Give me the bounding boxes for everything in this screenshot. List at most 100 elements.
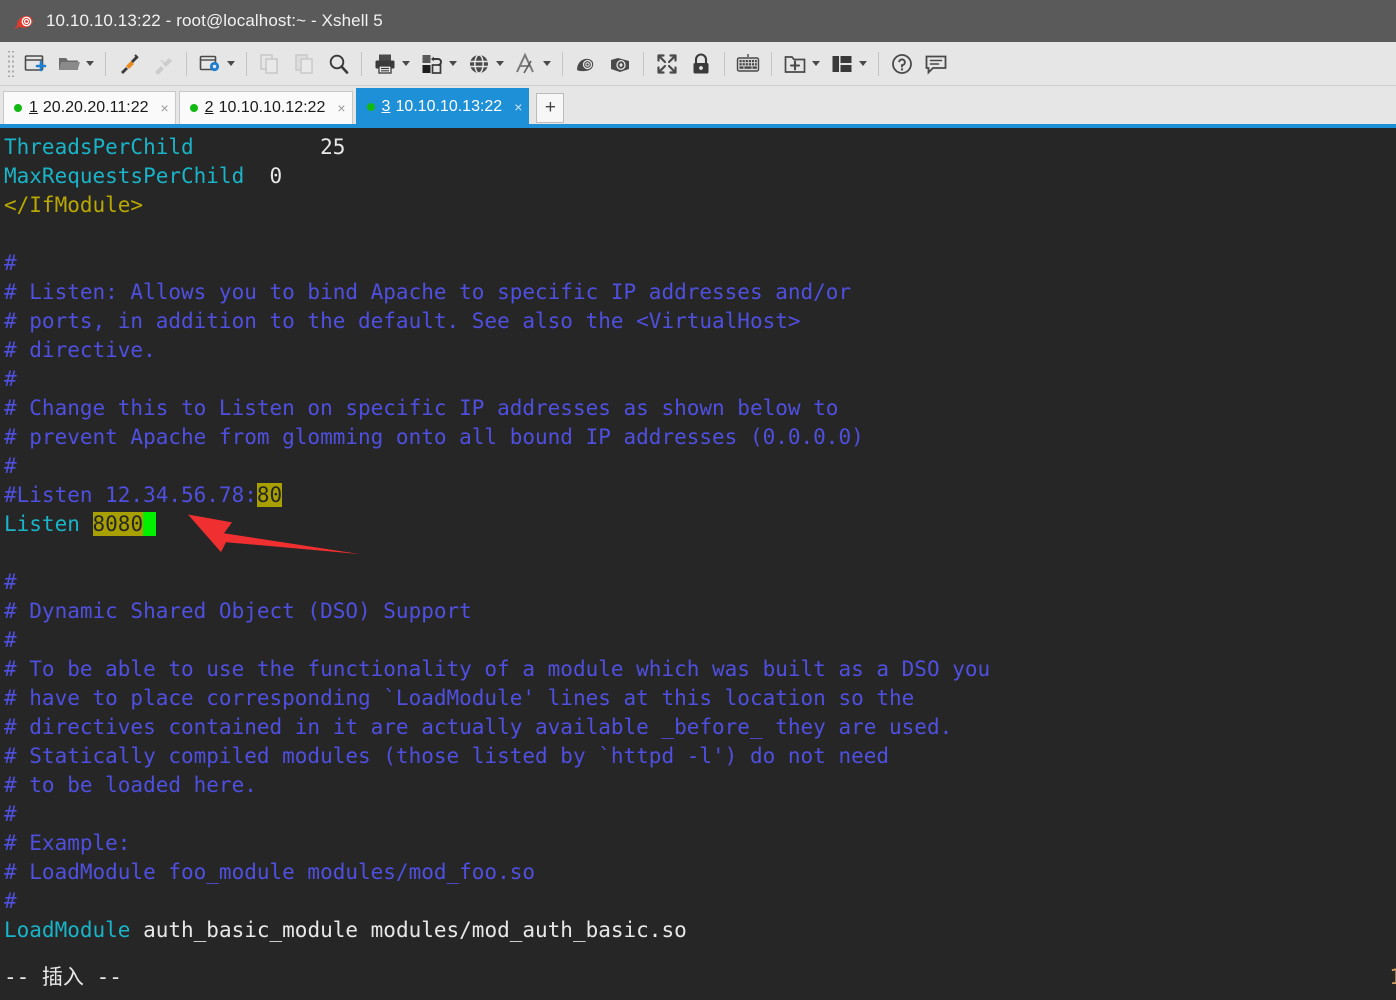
terminal-span: # (4, 802, 17, 826)
terminal-line: # (4, 887, 1396, 916)
toolbar-grip[interactable] (6, 50, 14, 77)
terminal-span: # To be able to use the functionality of… (4, 657, 991, 681)
fullscreen-button[interactable] (650, 46, 684, 82)
lock-icon (687, 50, 715, 78)
copy-icon (256, 50, 284, 78)
lock-button[interactable] (684, 46, 718, 82)
web-dropdown[interactable] (493, 50, 506, 78)
terminal-line: # To be able to use the functionality of… (4, 655, 1396, 684)
terminal-span: # to be loaded here. (4, 773, 257, 797)
disconnect-button (146, 46, 180, 82)
terminal-span: # Change this to Listen on specific IP a… (4, 396, 839, 420)
terminal-line: # (4, 568, 1396, 597)
terminal-span: auth_basic_module modules/mod_auth_basic… (130, 918, 687, 942)
close-icon[interactable]: × (514, 100, 522, 114)
title-bar: 10.10.10.13:22 - root@localhost:~ - Xshe… (0, 0, 1396, 42)
terminal-span: # Listen: Allows you to bind Apache to s… (4, 280, 852, 304)
xshell-window: 10.10.10.13:22 - root@localhost:~ - Xshe… (0, 0, 1396, 1000)
terminal-line: # Change this to Listen on specific IP a… (4, 394, 1396, 423)
terminal-span: # (4, 251, 17, 275)
toolbar-separator (186, 51, 187, 76)
terminal-line: # (4, 800, 1396, 829)
toolbar (0, 42, 1396, 86)
connected-status-dot (366, 102, 375, 111)
snail-logo-icon (14, 10, 36, 32)
tab-number: 2 (204, 99, 214, 116)
tab-bar: 1 20.20.20.11:22 × 2 10.10.10.12:22 × 3 … (0, 86, 1396, 124)
open-folder-dropdown[interactable] (83, 50, 96, 78)
font-button[interactable] (509, 46, 556, 82)
terminal-cursor (143, 512, 156, 536)
terminal-span: MaxRequestsPerChild (4, 164, 245, 188)
terminal-span: # directive. (4, 338, 156, 362)
print-button[interactable] (368, 46, 415, 82)
properties-dropdown[interactable] (224, 50, 237, 78)
toolbar-separator (105, 51, 106, 76)
keyboard-icon (734, 50, 762, 78)
tab-label: 10.10.10.13:22 (395, 97, 503, 115)
layout-panels-icon (828, 50, 856, 78)
terminal-span: 0 (244, 164, 283, 188)
new-folder-dropdown[interactable] (809, 50, 822, 78)
terminal-span: # Statically compiled modules (those lis… (4, 744, 890, 768)
toolbar-separator (878, 51, 879, 76)
print-icon (371, 50, 399, 78)
terminal-span: #Listen 12.34.56.78: (4, 483, 257, 507)
xftp-button[interactable] (569, 46, 603, 82)
transfer-dropdown[interactable] (446, 50, 459, 78)
connect-button[interactable] (112, 46, 146, 82)
xagent-button[interactable] (603, 46, 637, 82)
connected-status-dot (189, 104, 198, 112)
toolbar-separator (643, 51, 644, 76)
copy-button (253, 46, 287, 82)
terminal-line: ThreadsPerChild 25 (4, 133, 1396, 162)
terminal-span: # Example: (4, 831, 131, 855)
feedback-bubble-icon (922, 50, 950, 78)
new-folder-button[interactable] (778, 46, 825, 82)
toolbar-separator (562, 51, 563, 76)
layout-dropdown[interactable] (856, 50, 869, 78)
feedback-button[interactable] (919, 46, 953, 82)
print-dropdown[interactable] (399, 50, 412, 78)
terminal-span: # (4, 454, 17, 478)
transfer-button[interactable] (415, 46, 462, 82)
xagent-snail-icon (606, 50, 634, 78)
terminal-line: # Statically compiled modules (those lis… (4, 742, 1396, 771)
find-button[interactable] (321, 46, 355, 82)
window-title: 10.10.10.13:22 - root@localhost:~ - Xshe… (46, 11, 383, 30)
terminal-line: # have to place corresponding `LoadModul… (4, 684, 1396, 713)
terminal-span: # directives contained in it are actuall… (4, 715, 953, 739)
transfer-icon (418, 50, 446, 78)
font-dropdown[interactable] (540, 50, 553, 78)
open-folder-icon (55, 50, 83, 78)
web-button[interactable] (462, 46, 509, 82)
session-tab-2[interactable]: 2 10.10.10.12:22 × (178, 91, 353, 124)
terminal-line: # directives contained in it are actuall… (4, 713, 1396, 742)
terminal-span: ThreadsPerChild (4, 135, 194, 159)
help-icon (888, 50, 916, 78)
layout-button[interactable] (825, 46, 872, 82)
terminal-span: # ports, in addition to the default. See… (4, 309, 801, 333)
session-tab-1[interactable]: 1 20.20.20.11:22 × (3, 91, 176, 124)
terminal-line: # (4, 249, 1396, 278)
properties-button[interactable] (193, 46, 240, 82)
help-button[interactable] (885, 46, 919, 82)
terminal-line: # LoadModule foo_module modules/mod_foo.… (4, 858, 1396, 887)
toolbar-separator (246, 51, 247, 76)
close-icon[interactable]: × (160, 101, 168, 115)
tab-label: 10.10.10.12:22 (218, 99, 326, 116)
open-session-button[interactable] (52, 46, 99, 82)
terminal-line: # directive. (4, 336, 1396, 365)
terminal-line: </IfModule> (4, 191, 1396, 220)
new-session-button[interactable] (18, 46, 52, 82)
new-tab-button[interactable]: + (536, 93, 565, 123)
terminal-screen[interactable]: ThreadsPerChild 25 MaxRequestsPerChild 0 <… (0, 128, 1396, 1000)
terminal-line: # prevent Apache from glomming onto all … (4, 423, 1396, 452)
terminal-text: ThreadsPerChild 25 MaxRequestsPerChild 0 <… (4, 133, 1396, 945)
keyboard-button[interactable] (731, 46, 765, 82)
connect-plug-icon (115, 50, 143, 78)
terminal-span: LoadModule (4, 918, 131, 942)
session-tab-3[interactable]: 3 10.10.10.13:22 × (355, 88, 530, 124)
close-icon[interactable]: × (337, 101, 345, 115)
